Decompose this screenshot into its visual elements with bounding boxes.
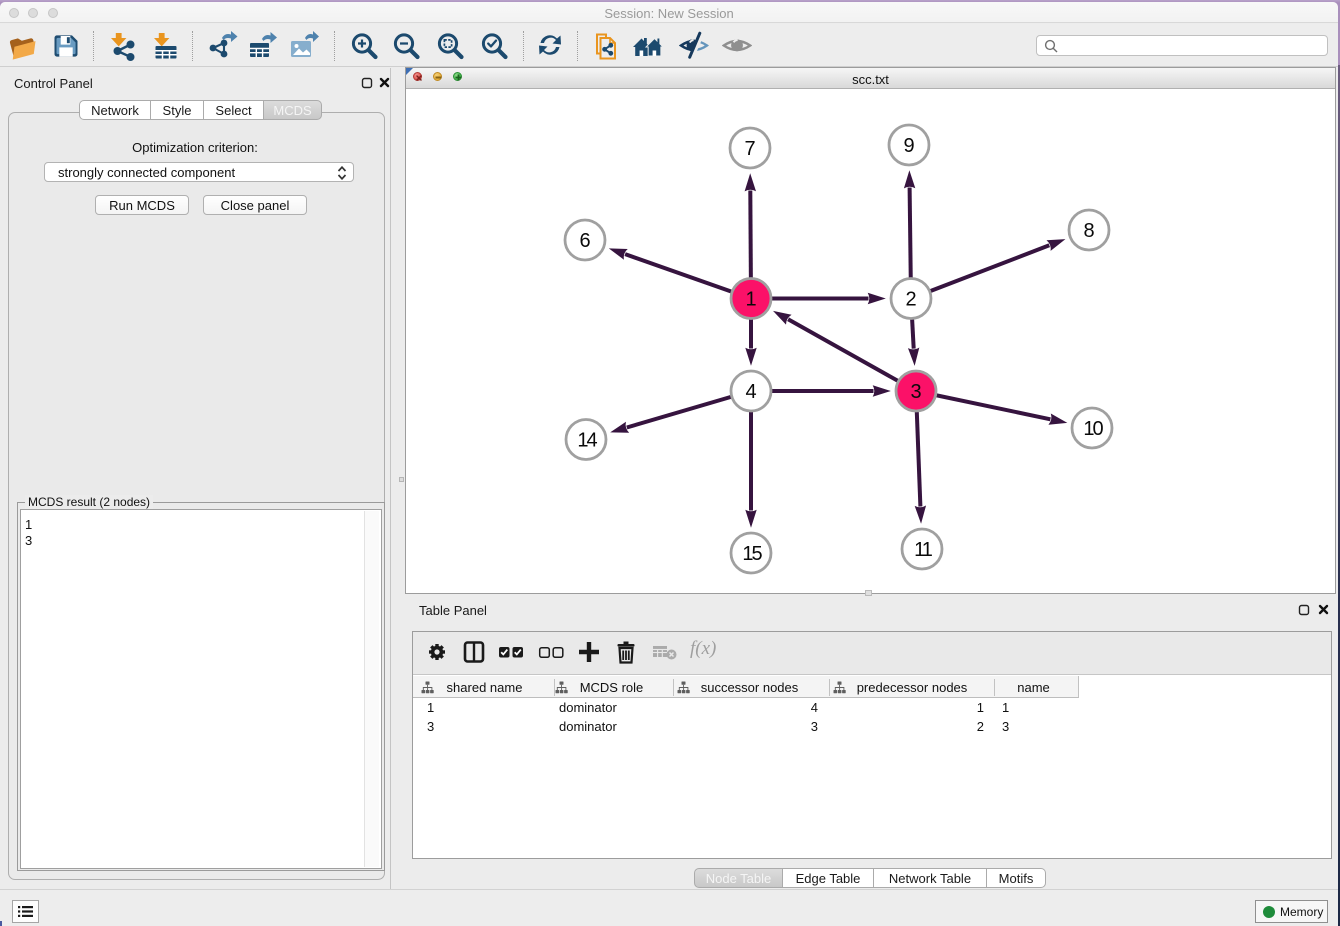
- svg-text:1: 1: [745, 289, 756, 311]
- svg-text:14: 14: [577, 430, 597, 452]
- svg-text:7: 7: [744, 138, 755, 160]
- svg-text:15: 15: [742, 543, 762, 565]
- svg-text:3: 3: [910, 381, 921, 403]
- svg-text:4: 4: [745, 381, 756, 403]
- svg-text:9: 9: [903, 135, 914, 157]
- svg-text:10: 10: [1083, 418, 1103, 440]
- svg-text:2: 2: [905, 289, 916, 311]
- svg-text:6: 6: [579, 230, 590, 252]
- svg-text:11: 11: [914, 539, 933, 561]
- svg-text:8: 8: [1083, 220, 1094, 242]
